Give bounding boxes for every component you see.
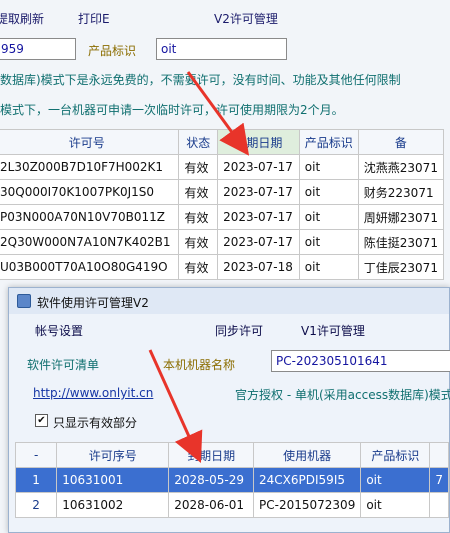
product: oit [298,154,359,180]
col-serial[interactable]: 许可序号 [56,442,170,468]
extra [429,492,449,518]
v1-license-button[interactable]: V1许可管理 [301,322,365,339]
col-row-number[interactable]: - [14,442,58,468]
product: oit [360,492,431,518]
col-license-no[interactable]: 许可号 [0,129,180,155]
license-list-label: 软件许可清单 [27,358,100,372]
website-link[interactable]: http://www.onlyit.cn [33,386,153,400]
extra: 7 [429,467,449,493]
free-mode-note: 数据库)模式下是永远免费的，不需要许可，没有时间、功能及其他任何限制 [0,73,401,87]
license-table: 许可号 状态 到期日期 产品标识 备 2L30Z000B7D10F7H002K1… [0,129,445,280]
only-valid-checkbox[interactable]: ✔ [35,414,48,427]
table-row[interactable]: 2Q30W000N7A10N7K402B1 有效 2023-07-17 oit … [0,229,445,255]
expiry: 2023-07-17 [217,204,300,230]
table-row[interactable]: U03B000T70A10O80G419O 有效 2023-07-18 oit … [0,254,445,280]
license-no: U03B000T70A10O80G419O [0,254,180,280]
auth-mode-note: 官方授权 - 单机(采用access数据库)模式 [235,388,450,402]
license-no: 2L30Z000B7D10F7H002K1 [0,154,180,180]
app-icon [17,294,31,308]
table-row[interactable]: 30Q000I70K1007PK0J1S0 有效 2023-07-17 oit … [0,179,445,205]
refresh-button[interactable]: 提取刷新 [0,10,44,27]
license-manager-dialog: 软件使用许可管理V2 帐号设置 同步许可 V1许可管理 软件许可清单 本机机器名… [8,287,450,533]
license-serial-table: - 许可序号 到期日期 使用机器 产品标识 1 10631001 2028-05… [14,442,449,518]
product: oit [360,467,431,493]
machine-name-field[interactable]: PC-202305101641 [271,350,450,372]
remark: 丁佳辰23071 [357,254,445,280]
row-number: 1 [14,467,58,493]
dialog-titlebar[interactable]: 软件使用许可管理V2 [9,288,449,314]
status: 有效 [178,229,219,255]
product: oit [298,179,359,205]
col-status[interactable]: 状态 [178,129,219,155]
only-valid-label[interactable]: 只显示有效部分 [53,414,137,431]
remark: 财务223071 [357,179,445,205]
col-remark[interactable]: 备 [357,129,445,155]
account-settings-button[interactable]: 帐号设置 [35,322,83,339]
background-toolbar: 提取刷新 打印E V2许可管理 [0,0,450,36]
status: 有效 [178,154,219,180]
license-table-header: 许可号 状态 到期日期 产品标识 备 [0,129,445,155]
license-no: P03N000A70N10V70B011Z [0,204,180,230]
col-product[interactable]: 产品标识 [360,442,431,468]
remark: 周妍娜23071 [357,204,445,230]
expiry: 2023-07-18 [217,254,300,280]
expiry: 2028-05-29 [168,467,255,493]
sync-license-button[interactable]: 同步许可 [215,322,263,339]
product: oit [298,254,359,280]
col-expiry[interactable]: 到期日期 [168,442,255,468]
temp-license-note: 模式下，一台机器可申请一次临时许可，许可使用期限为2个月。 [0,103,344,117]
serial: 10631002 [56,492,170,518]
print-button[interactable]: 打印E [78,10,110,27]
status: 有效 [178,204,219,230]
col-machine[interactable]: 使用机器 [253,442,362,468]
table-row[interactable]: 1 10631001 2028-05-29 24CX6PDI59I5 oit 7 [14,467,449,493]
serial-table-header: - 许可序号 到期日期 使用机器 产品标识 [14,442,449,468]
machine: 24CX6PDI59I5 [253,467,362,493]
col-expiry[interactable]: 到期日期 [217,129,300,155]
table-row[interactable]: 2L30Z000B7D10F7H002K1 有效 2023-07-17 oit … [0,154,445,180]
col-extra[interactable] [429,442,449,468]
license-no: 30Q000I70K1007PK0J1S0 [0,179,180,205]
expiry: 2028-06-01 [168,492,255,518]
machine-name-label: 本机机器名称 [163,358,236,372]
background-fields-row: 959 产品标识 oit [0,38,450,62]
expiry: 2023-07-17 [217,154,300,180]
dialog-title: 软件使用许可管理V2 [37,296,149,310]
v2-license-button[interactable]: V2许可管理 [214,10,278,27]
status: 有效 [178,254,219,280]
license-no: 2Q30W000N7A10N7K402B1 [0,229,180,255]
product-field[interactable]: oit [156,38,287,60]
product-label: 产品标识 [88,44,137,58]
table-row[interactable]: P03N000A70N10V70B011Z 有效 2023-07-17 oit … [0,204,445,230]
serial: 10631001 [56,467,170,493]
col-product[interactable]: 产品标识 [298,129,359,155]
expiry: 2023-07-17 [217,229,300,255]
status: 有效 [178,179,219,205]
product: oit [298,204,359,230]
table-row[interactable]: 2 10631002 2028-06-01 PC-2015072309 oit [14,492,449,518]
expiry: 2023-07-17 [217,179,300,205]
machine-field[interactable]: 959 [0,38,76,60]
machine: PC-2015072309 [253,492,362,518]
remark: 陈佳挺23071 [357,229,445,255]
remark: 沈燕燕23071 [357,154,445,180]
row-number: 2 [14,492,58,518]
product: oit [298,229,359,255]
